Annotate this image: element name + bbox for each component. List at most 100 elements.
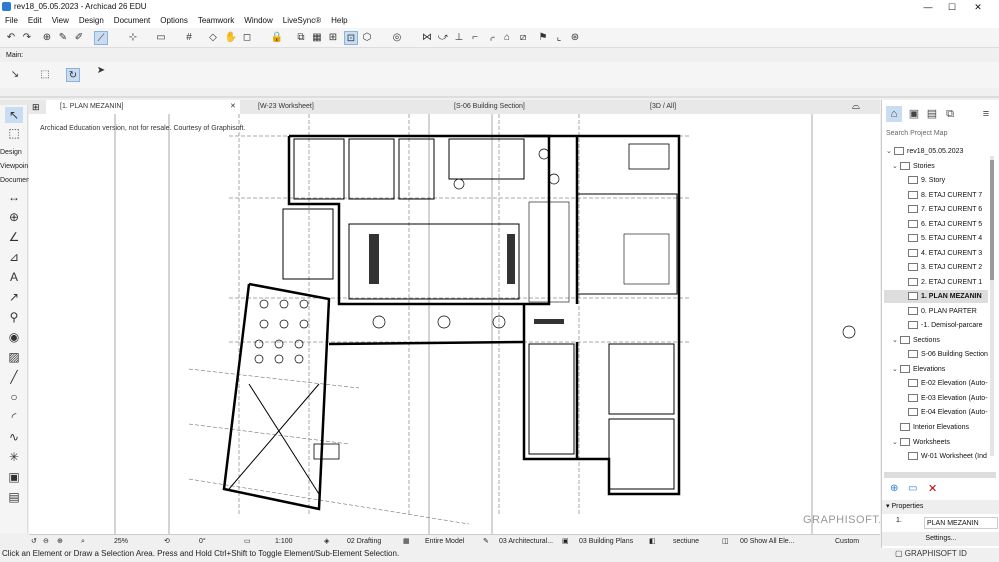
rotate-view-icon[interactable]: ⟲ xyxy=(164,535,170,549)
marquee-tool-icon[interactable]: ⬚ xyxy=(5,125,23,141)
rotate-view-icon[interactable]: ↻ xyxy=(66,68,80,82)
custom-option[interactable]: Custom xyxy=(835,535,859,549)
story-item[interactable]: -1. Demisol-parcare xyxy=(908,319,982,332)
marker-tool-icon[interactable]: ⚲ xyxy=(5,309,23,325)
hotspot-tool-icon[interactable]: ✳ xyxy=(5,449,23,465)
settings-button[interactable]: Settings... xyxy=(882,532,999,546)
story-item[interactable]: 6. ETAJ CURENT 5 xyxy=(908,218,982,231)
graphic-override[interactable]: sectiune xyxy=(673,535,699,549)
story-item[interactable]: 9. Story xyxy=(908,174,945,187)
maximize-button[interactable]: ☐ xyxy=(940,0,964,14)
tab-worksheet[interactable]: [W-23 Worksheet] xyxy=(244,100,434,114)
roof-icon[interactable]: ⌂ xyxy=(500,31,514,45)
design-section-label[interactable]: Design xyxy=(0,149,28,156)
menu-help[interactable]: Help xyxy=(326,14,352,28)
dimension-icon[interactable]: ⌞ xyxy=(552,31,566,45)
tree-worksheets[interactable]: ⌄ Worksheets xyxy=(892,436,950,449)
horizontal-scrollbar[interactable] xyxy=(884,472,996,478)
zoom-value[interactable]: 25% xyxy=(114,535,128,549)
angle-value[interactable]: 0° xyxy=(199,535,206,549)
menu-window[interactable]: Window xyxy=(239,14,277,28)
3d-view-icon[interactable]: ⬡ xyxy=(360,31,374,45)
undo-icon[interactable]: ↶ xyxy=(4,31,18,45)
delete-icon[interactable]: ✕ xyxy=(928,482,937,495)
layers-icon[interactable]: ◇ xyxy=(206,31,220,45)
story-item[interactable]: 2. ETAJ CURENT 1 xyxy=(908,276,982,289)
pen-icon[interactable]: ✋ xyxy=(224,31,238,45)
angle-dimension-icon[interactable]: ⊿ xyxy=(5,249,23,265)
tree-elevations[interactable]: ⌄ Elevations xyxy=(892,363,945,376)
elevation-item[interactable]: E-04 Elevation (Auto- xyxy=(908,406,988,419)
project-map-search[interactable]: Search Project Map xyxy=(884,130,996,142)
elevation-item[interactable]: E-02 Elevation (Auto- xyxy=(908,377,988,390)
pointer-icon[interactable]: ➤ xyxy=(94,64,108,78)
globe-icon[interactable]: ⊛ xyxy=(568,31,582,45)
intersect-icon[interactable]: ⊥ xyxy=(452,31,466,45)
circle-tool-icon[interactable]: ○ xyxy=(5,389,23,405)
zoom-icon[interactable]: ⌕ xyxy=(81,535,85,549)
view-map-icon[interactable]: ▣ xyxy=(906,106,922,122)
story-item[interactable]: 3. ETAJ CURENT 2 xyxy=(908,261,982,274)
tab-building-section[interactable]: [S-06 Building Section] xyxy=(440,100,632,114)
dimension-tool-icon[interactable]: ↔ xyxy=(5,189,23,205)
arrow-tool-icon[interactable]: ↖ xyxy=(5,107,23,123)
spline-tool-icon[interactable]: ∿ xyxy=(5,429,23,445)
tab-close-icon[interactable]: ✕ xyxy=(230,100,236,114)
fillet-icon[interactable]: ⌐ xyxy=(468,31,482,45)
menu-teamwork[interactable]: Teamwork xyxy=(193,14,239,28)
viewpoint-section-label[interactable]: Viewpoin xyxy=(0,163,28,170)
radial-dimension-icon[interactable]: ∠ xyxy=(5,229,23,245)
layer-combination[interactable]: 02 Drafting xyxy=(347,535,381,549)
publisher-sets-icon[interactable]: ⧉ xyxy=(942,106,958,122)
figure-tool-icon[interactable]: ▣ xyxy=(5,469,23,485)
graphisoft-id[interactable]: ▢ GRAPHISOFT ID xyxy=(895,549,967,558)
tab-plan-mezanin[interactable]: [1. PLAN MEZANIN] ✕ xyxy=(46,100,240,114)
view-icon[interactable]: ◻ xyxy=(240,31,254,45)
line-tool-icon[interactable]: ╱ xyxy=(5,369,23,385)
selection-frame-icon[interactable]: ⊡ xyxy=(344,31,358,45)
grid-snap-icon[interactable]: # xyxy=(182,31,196,45)
section-item[interactable]: S-06 Building Section xyxy=(908,348,988,361)
text-tool-icon[interactable]: A xyxy=(5,269,23,285)
pen-set[interactable]: 03 Architectural... xyxy=(499,535,553,549)
magic-wand-icon[interactable]: ⟋ xyxy=(94,31,108,45)
navigator-icon[interactable]: ⌓ xyxy=(852,101,860,112)
collapse-icon[interactable]: ⌄ xyxy=(892,436,900,449)
renovation-filter[interactable]: 00 Show All Ele... xyxy=(740,535,794,549)
view-settings-icon[interactable]: ▭ xyxy=(908,483,917,494)
redo-icon[interactable]: ↷ xyxy=(20,31,34,45)
flag-icon[interactable]: ⚑ xyxy=(536,31,550,45)
mesh-icon[interactable]: ▦ xyxy=(310,31,324,45)
story-item[interactable]: 8. ETAJ CURENT 7 xyxy=(908,189,982,202)
zoom-in-icon[interactable]: ⊕ xyxy=(57,535,63,549)
story-item[interactable]: 5. ETAJ CURENT 4 xyxy=(908,232,982,245)
scale-value[interactable]: 1:100 xyxy=(275,535,293,549)
table-icon[interactable]: ⊞ xyxy=(326,31,340,45)
project-map-icon[interactable]: ⌂ xyxy=(886,106,902,122)
drawing-tool-icon[interactable]: ▤ xyxy=(5,489,23,505)
menu-edit[interactable]: Edit xyxy=(23,14,47,28)
menu-document[interactable]: Document xyxy=(109,14,155,28)
layout-book-icon[interactable]: ▤ xyxy=(924,106,940,122)
story-item[interactable]: 7. ETAJ CURENT 6 xyxy=(908,203,982,216)
model-view-options[interactable]: Entire Model xyxy=(425,535,464,549)
level-dimension-icon[interactable]: ⊕ xyxy=(5,209,23,225)
renovation-icon[interactable]: ◎ xyxy=(390,31,404,45)
trim-icon[interactable]: ⧄ xyxy=(516,31,530,45)
elevation-item[interactable]: E-03 Elevation (Auto- xyxy=(908,392,988,405)
tab-3d-all[interactable]: [3D / All] xyxy=(636,100,836,114)
offset-icon[interactable]: ⌌ xyxy=(484,31,498,45)
story-item[interactable]: 4. ETAJ CURENT 3 xyxy=(908,247,982,260)
zoom-out-icon[interactable]: ⊖ xyxy=(43,535,49,549)
trace-icon[interactable]: ⧉ xyxy=(294,31,308,45)
tree-stories[interactable]: ⌄ Stories xyxy=(892,160,935,173)
undo-view-icon[interactable]: ↺ xyxy=(31,535,37,549)
collapse-icon[interactable]: ⌄ xyxy=(892,160,900,173)
inject-parameters-icon[interactable]: ✎ xyxy=(56,31,70,45)
plan-canvas[interactable]: Archicad Education version, not for resa… xyxy=(29,114,880,534)
story-item[interactable]: 0. PLAN PARTER xyxy=(908,305,977,318)
snap-guides-icon[interactable]: ⊹ xyxy=(126,31,140,45)
story-item-selected[interactable]: 1. PLAN MEZANIN xyxy=(884,290,988,303)
collapse-icon[interactable]: ⌄ xyxy=(886,145,894,158)
tree-root[interactable]: ⌄ rev18_05.05.2023 xyxy=(886,145,963,158)
